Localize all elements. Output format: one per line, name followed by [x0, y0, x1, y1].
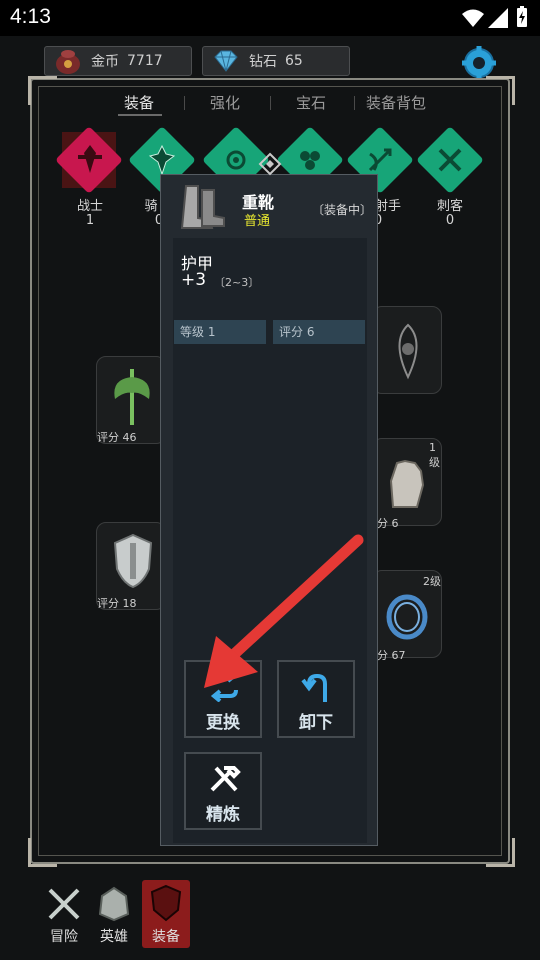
gloves-score: 分 6	[377, 517, 399, 530]
settings-gear-icon[interactable]	[462, 46, 496, 80]
weapon-slot[interactable]: 评分 46 3	[96, 356, 168, 444]
shield-icon	[113, 533, 153, 589]
frame-corner	[486, 76, 515, 105]
warrior-icon	[78, 145, 102, 173]
stat-value: +3	[181, 270, 207, 290]
refine-button[interactable]: 精炼	[184, 752, 262, 830]
frame-corner	[28, 76, 57, 105]
tab-equipment-bag[interactable]: 装备背包	[366, 92, 426, 113]
item-rarity: 普通	[244, 214, 271, 229]
equipment-shield-icon	[150, 884, 182, 922]
refine-label: 精炼	[206, 805, 240, 825]
nav-heroes-label: 英雄	[100, 929, 128, 945]
gold-label: 金币	[91, 54, 119, 70]
crossed-swords-icon	[48, 888, 80, 920]
diamond-display: 钻石 65	[202, 46, 350, 76]
tab-divider	[354, 96, 355, 110]
nav-heroes[interactable]: 英雄	[90, 880, 138, 948]
tab-divider	[270, 96, 271, 110]
amulet-icon	[398, 323, 418, 380]
tab-equipment[interactable]: 装备	[124, 92, 154, 113]
tab-gems[interactable]: 宝石	[296, 92, 326, 113]
status-bar: 4:13	[0, 0, 540, 36]
ring-slot[interactable]: 2级 分 67	[372, 570, 442, 662]
gloves-slot[interactable]: 1级 分 6	[372, 438, 442, 530]
priest-icon	[300, 151, 320, 170]
amulet-slot[interactable]	[372, 306, 442, 394]
status-time: 4:13	[10, 5, 51, 28]
class-assassin-label: 刺客	[436, 199, 463, 214]
gold-value: 7717	[127, 53, 163, 69]
battery-icon	[517, 6, 527, 27]
nav-adventure-label: 冒险	[50, 929, 78, 945]
diamond-label: 钻石	[249, 54, 277, 70]
signal-icon	[488, 8, 508, 28]
tutorial-arrow-icon	[204, 534, 364, 688]
frame-corner	[28, 838, 57, 867]
equipped-status: 〔装备中〕	[312, 203, 373, 217]
tab-divider	[184, 96, 185, 110]
replace-label: 更换	[206, 713, 240, 733]
archer-icon	[368, 148, 392, 172]
unequip-label: 卸下	[299, 713, 333, 733]
weapon-score: 评分 46	[97, 431, 137, 444]
diamond-value: 65	[285, 53, 303, 69]
axe-icon	[114, 369, 150, 425]
ring-score: 分 67	[377, 649, 406, 662]
mage-icon	[226, 150, 246, 170]
gold-bag-icon	[56, 50, 80, 74]
knight-icon	[148, 144, 176, 176]
nav-equipment-label: 装备	[152, 929, 180, 945]
ring-icon	[386, 594, 428, 640]
wifi-icon	[462, 9, 484, 27]
item-level-box: 等级 1	[174, 320, 266, 344]
class-assassin-count: 0	[445, 213, 455, 228]
shield-slot[interactable]: 评分 18 3	[96, 522, 168, 610]
hero-helmet-icon	[98, 886, 130, 922]
ring-level: 2级	[423, 575, 441, 588]
class-knight-label: 骑	[144, 199, 158, 214]
gloves-level: 1级	[429, 441, 440, 469]
frame-corner	[486, 838, 515, 867]
gauntlet-icon	[389, 459, 425, 508]
popup-top-ornament	[258, 152, 282, 176]
stat-range: 〔2~3〕	[214, 276, 260, 289]
tools-icon	[210, 766, 241, 792]
shield-score: 评分 18	[97, 597, 137, 610]
class-warrior-count: 1	[85, 213, 95, 228]
nav-equipment[interactable]: 装备	[142, 880, 190, 948]
tab-active-underline	[118, 114, 162, 116]
heavy-boots-icon	[180, 185, 225, 229]
class-warrior-label: 战士	[76, 199, 103, 214]
diamond-icon	[214, 50, 238, 72]
assassin-icon	[438, 148, 462, 172]
gold-display: 金币 7717	[44, 46, 192, 76]
tab-enhance[interactable]: 强化	[210, 92, 240, 113]
item-score-box: 评分 6	[273, 320, 365, 344]
nav-adventure[interactable]: 冒险	[40, 880, 88, 948]
